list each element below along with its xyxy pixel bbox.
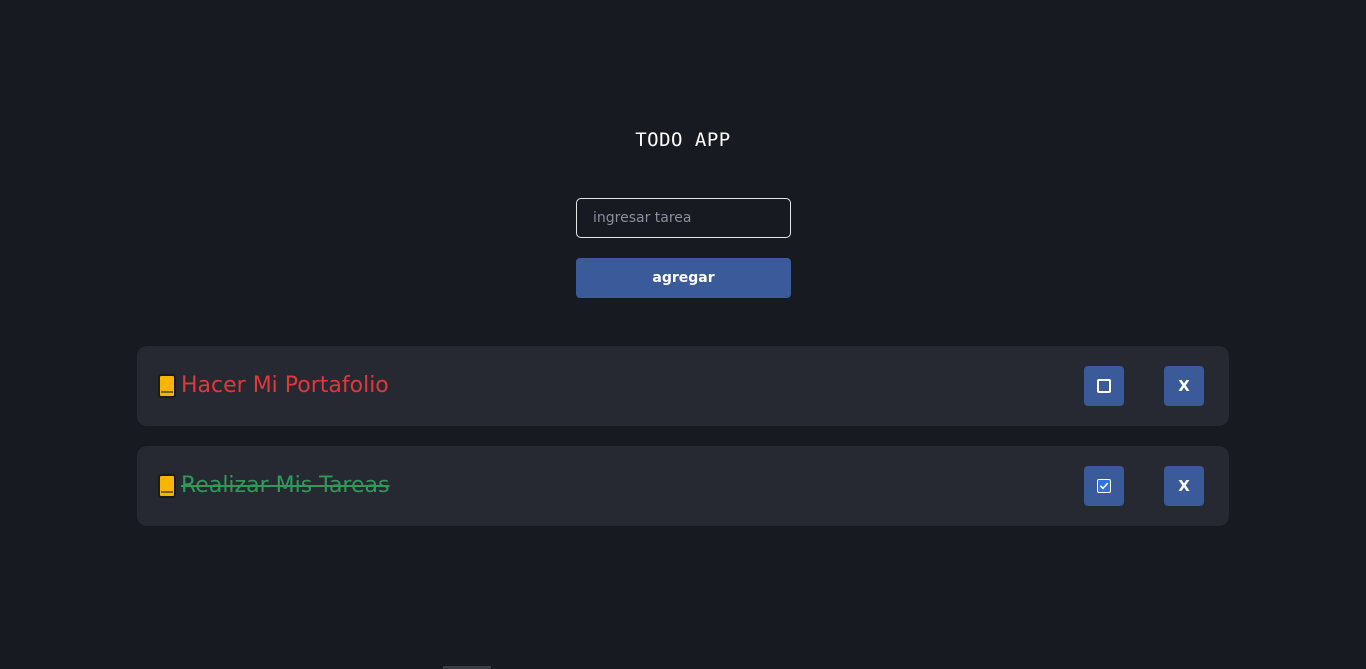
delete-task-button[interactable]: X (1164, 466, 1204, 506)
task-item: Hacer Mi Portafolio X (137, 346, 1229, 426)
task-text: Hacer Mi Portafolio (181, 373, 389, 398)
add-task-button[interactable]: agregar (576, 258, 791, 298)
checkbox-unchecked-icon (1097, 379, 1111, 393)
task-input[interactable] (576, 198, 791, 238)
delete-label: X (1178, 477, 1190, 495)
delete-label: X (1178, 377, 1190, 395)
notebook-icon (158, 474, 176, 498)
task-list: Hacer Mi Portafolio X Realizar Mis Tarea… (137, 346, 1229, 546)
page-title: TODO APP (635, 129, 731, 151)
task-item: Realizar Mis Tareas X (137, 446, 1229, 526)
task-text: Realizar Mis Tareas (181, 473, 390, 498)
toggle-complete-button[interactable] (1084, 366, 1124, 406)
task-label: Hacer Mi Portafolio (158, 346, 389, 426)
checkmark-icon (1100, 482, 1109, 490)
notebook-icon (158, 374, 176, 398)
task-label: Realizar Mis Tareas (158, 446, 389, 526)
toggle-complete-button[interactable] (1084, 466, 1124, 506)
delete-task-button[interactable]: X (1164, 366, 1204, 406)
checkbox-checked-icon (1097, 479, 1111, 493)
